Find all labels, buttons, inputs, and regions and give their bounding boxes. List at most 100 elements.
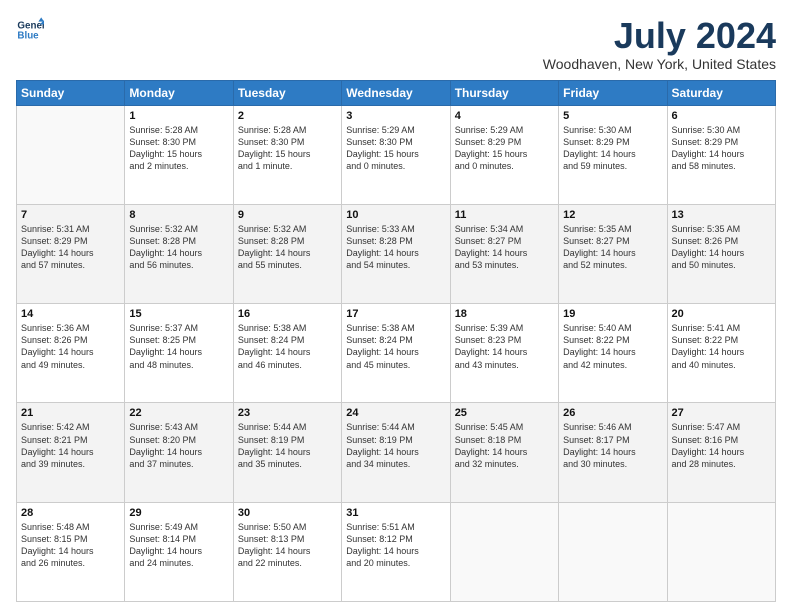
day-number: 21 <box>21 407 120 419</box>
table-row: 28 Sunrise: 5:48 AM Sunset: 8:15 PM Dayli… <box>17 502 125 601</box>
table-row: 30 Sunrise: 5:50 AM Sunset: 8:13 PM Dayli… <box>233 502 341 601</box>
table-row: 16 Sunrise: 5:38 AM Sunset: 8:24 PM Dayli… <box>233 304 341 403</box>
table-row: 7 Sunrise: 5:31 AM Sunset: 8:29 PM Daylig… <box>17 204 125 303</box>
day-info: Sunrise: 5:45 AM Sunset: 8:18 PM Dayligh… <box>455 421 554 470</box>
col-wednesday: Wednesday <box>342 80 450 105</box>
page: General Blue July 2024 Woodhaven, New Yo… <box>0 0 792 612</box>
day-number: 25 <box>455 407 554 419</box>
table-row: 20 Sunrise: 5:41 AM Sunset: 8:22 PM Dayli… <box>667 304 775 403</box>
day-info: Sunrise: 5:46 AM Sunset: 8:17 PM Dayligh… <box>563 421 662 470</box>
main-title: July 2024 <box>543 16 776 56</box>
logo: General Blue <box>16 16 44 44</box>
svg-text:Blue: Blue <box>17 30 39 41</box>
day-number: 16 <box>238 308 337 320</box>
day-number: 11 <box>455 209 554 221</box>
day-number: 2 <box>238 110 337 122</box>
day-number: 17 <box>346 308 445 320</box>
calendar-week-row: 7 Sunrise: 5:31 AM Sunset: 8:29 PM Daylig… <box>17 204 776 303</box>
table-row: 10 Sunrise: 5:33 AM Sunset: 8:28 PM Dayli… <box>342 204 450 303</box>
col-monday: Monday <box>125 80 233 105</box>
day-info: Sunrise: 5:51 AM Sunset: 8:12 PM Dayligh… <box>346 521 445 570</box>
logo-icon: General Blue <box>16 16 44 44</box>
day-number: 30 <box>238 507 337 519</box>
col-thursday: Thursday <box>450 80 558 105</box>
table-row: 14 Sunrise: 5:36 AM Sunset: 8:26 PM Dayli… <box>17 304 125 403</box>
table-row: 12Sunrise: 5:35 AM Sunset: 8:27 PM Dayli… <box>559 204 667 303</box>
table-row: 21 Sunrise: 5:42 AM Sunset: 8:21 PM Dayli… <box>17 403 125 502</box>
day-info: Sunrise: 5:35 AM Sunset: 8:27 PM Dayligh… <box>563 223 662 272</box>
col-saturday: Saturday <box>667 80 775 105</box>
day-number: 14 <box>21 308 120 320</box>
day-info: Sunrise: 5:38 AM Sunset: 8:24 PM Dayligh… <box>238 322 337 371</box>
day-number: 22 <box>129 407 228 419</box>
table-row: 3 Sunrise: 5:29 AM Sunset: 8:30 PM Daylig… <box>342 105 450 204</box>
day-info: Sunrise: 5:43 AM Sunset: 8:20 PM Dayligh… <box>129 421 228 470</box>
day-number: 15 <box>129 308 228 320</box>
day-info: Sunrise: 5:48 AM Sunset: 8:15 PM Dayligh… <box>21 521 120 570</box>
table-row: 6 Sunrise: 5:30 AM Sunset: 8:29 PM Daylig… <box>667 105 775 204</box>
day-number: 4 <box>455 110 554 122</box>
day-number: 24 <box>346 407 445 419</box>
day-number: 9 <box>238 209 337 221</box>
day-number: 10 <box>346 209 445 221</box>
day-info: Sunrise: 5:37 AM Sunset: 8:25 PM Dayligh… <box>129 322 228 371</box>
table-row: 4 Sunrise: 5:29 AM Sunset: 8:29 PM Daylig… <box>450 105 558 204</box>
day-info: Sunrise: 5:36 AM Sunset: 8:26 PM Dayligh… <box>21 322 120 371</box>
day-info: Sunrise: 5:28 AM Sunset: 8:30 PM Dayligh… <box>238 124 337 173</box>
day-number: 26 <box>563 407 662 419</box>
table-row: 18Sunrise: 5:39 AM Sunset: 8:23 PM Dayli… <box>450 304 558 403</box>
day-info: Sunrise: 5:31 AM Sunset: 8:29 PM Dayligh… <box>21 223 120 272</box>
day-info: Sunrise: 5:49 AM Sunset: 8:14 PM Dayligh… <box>129 521 228 570</box>
calendar-table: Sunday Monday Tuesday Wednesday Thursday… <box>16 80 776 602</box>
table-row <box>17 105 125 204</box>
day-number: 20 <box>672 308 771 320</box>
table-row: 19 Sunrise: 5:40 AM Sunset: 8:22 PM Dayli… <box>559 304 667 403</box>
table-row <box>667 502 775 601</box>
table-row: 17 Sunrise: 5:38 AM Sunset: 8:24 PM Dayli… <box>342 304 450 403</box>
day-number: 27 <box>672 407 771 419</box>
table-row: 9 Sunrise: 5:32 AM Sunset: 8:28 PM Daylig… <box>233 204 341 303</box>
day-number: 6 <box>672 110 771 122</box>
day-number: 18 <box>455 308 554 320</box>
day-info: Sunrise: 5:38 AM Sunset: 8:24 PM Dayligh… <box>346 322 445 371</box>
table-row: 31 Sunrise: 5:51 AM Sunset: 8:12 PM Dayli… <box>342 502 450 601</box>
calendar-header-row: Sunday Monday Tuesday Wednesday Thursday… <box>17 80 776 105</box>
table-row: 24 Sunrise: 5:44 AM Sunset: 8:19 PM Dayli… <box>342 403 450 502</box>
day-info: Sunrise: 5:32 AM Sunset: 8:28 PM Dayligh… <box>238 223 337 272</box>
day-info: Sunrise: 5:29 AM Sunset: 8:29 PM Dayligh… <box>455 124 554 173</box>
col-tuesday: Tuesday <box>233 80 341 105</box>
day-number: 7 <box>21 209 120 221</box>
table-row: 29 Sunrise: 5:49 AM Sunset: 8:14 PM Dayli… <box>125 502 233 601</box>
calendar-week-row: 21 Sunrise: 5:42 AM Sunset: 8:21 PM Dayli… <box>17 403 776 502</box>
day-number: 13 <box>672 209 771 221</box>
day-info: Sunrise: 5:47 AM Sunset: 8:16 PM Dayligh… <box>672 421 771 470</box>
day-info: Sunrise: 5:44 AM Sunset: 8:19 PM Dayligh… <box>346 421 445 470</box>
title-block: July 2024 Woodhaven, New York, United St… <box>543 16 776 72</box>
day-number: 28 <box>21 507 120 519</box>
col-sunday: Sunday <box>17 80 125 105</box>
day-number: 19 <box>563 308 662 320</box>
day-info: Sunrise: 5:40 AM Sunset: 8:22 PM Dayligh… <box>563 322 662 371</box>
day-info: Sunrise: 5:50 AM Sunset: 8:13 PM Dayligh… <box>238 521 337 570</box>
day-number: 8 <box>129 209 228 221</box>
table-row: 15 Sunrise: 5:37 AM Sunset: 8:25 PM Dayli… <box>125 304 233 403</box>
table-row <box>450 502 558 601</box>
day-info: Sunrise: 5:29 AM Sunset: 8:30 PM Dayligh… <box>346 124 445 173</box>
day-info: Sunrise: 5:32 AM Sunset: 8:28 PM Dayligh… <box>129 223 228 272</box>
table-row: 25 Sunrise: 5:45 AM Sunset: 8:18 PM Dayli… <box>450 403 558 502</box>
day-number: 29 <box>129 507 228 519</box>
header: General Blue July 2024 Woodhaven, New Yo… <box>16 16 776 72</box>
table-row: 13Sunrise: 5:35 AM Sunset: 8:26 PM Dayli… <box>667 204 775 303</box>
day-number: 3 <box>346 110 445 122</box>
day-number: 31 <box>346 507 445 519</box>
col-friday: Friday <box>559 80 667 105</box>
day-info: Sunrise: 5:33 AM Sunset: 8:28 PM Dayligh… <box>346 223 445 272</box>
table-row: 11Sunrise: 5:34 AM Sunset: 8:27 PM Dayli… <box>450 204 558 303</box>
day-info: Sunrise: 5:42 AM Sunset: 8:21 PM Dayligh… <box>21 421 120 470</box>
day-info: Sunrise: 5:41 AM Sunset: 8:22 PM Dayligh… <box>672 322 771 371</box>
table-row: 22 Sunrise: 5:43 AM Sunset: 8:20 PM Dayli… <box>125 403 233 502</box>
day-info: Sunrise: 5:30 AM Sunset: 8:29 PM Dayligh… <box>672 124 771 173</box>
subtitle: Woodhaven, New York, United States <box>543 56 776 72</box>
calendar-week-row: 14 Sunrise: 5:36 AM Sunset: 8:26 PM Dayli… <box>17 304 776 403</box>
table-row: 26 Sunrise: 5:46 AM Sunset: 8:17 PM Dayli… <box>559 403 667 502</box>
